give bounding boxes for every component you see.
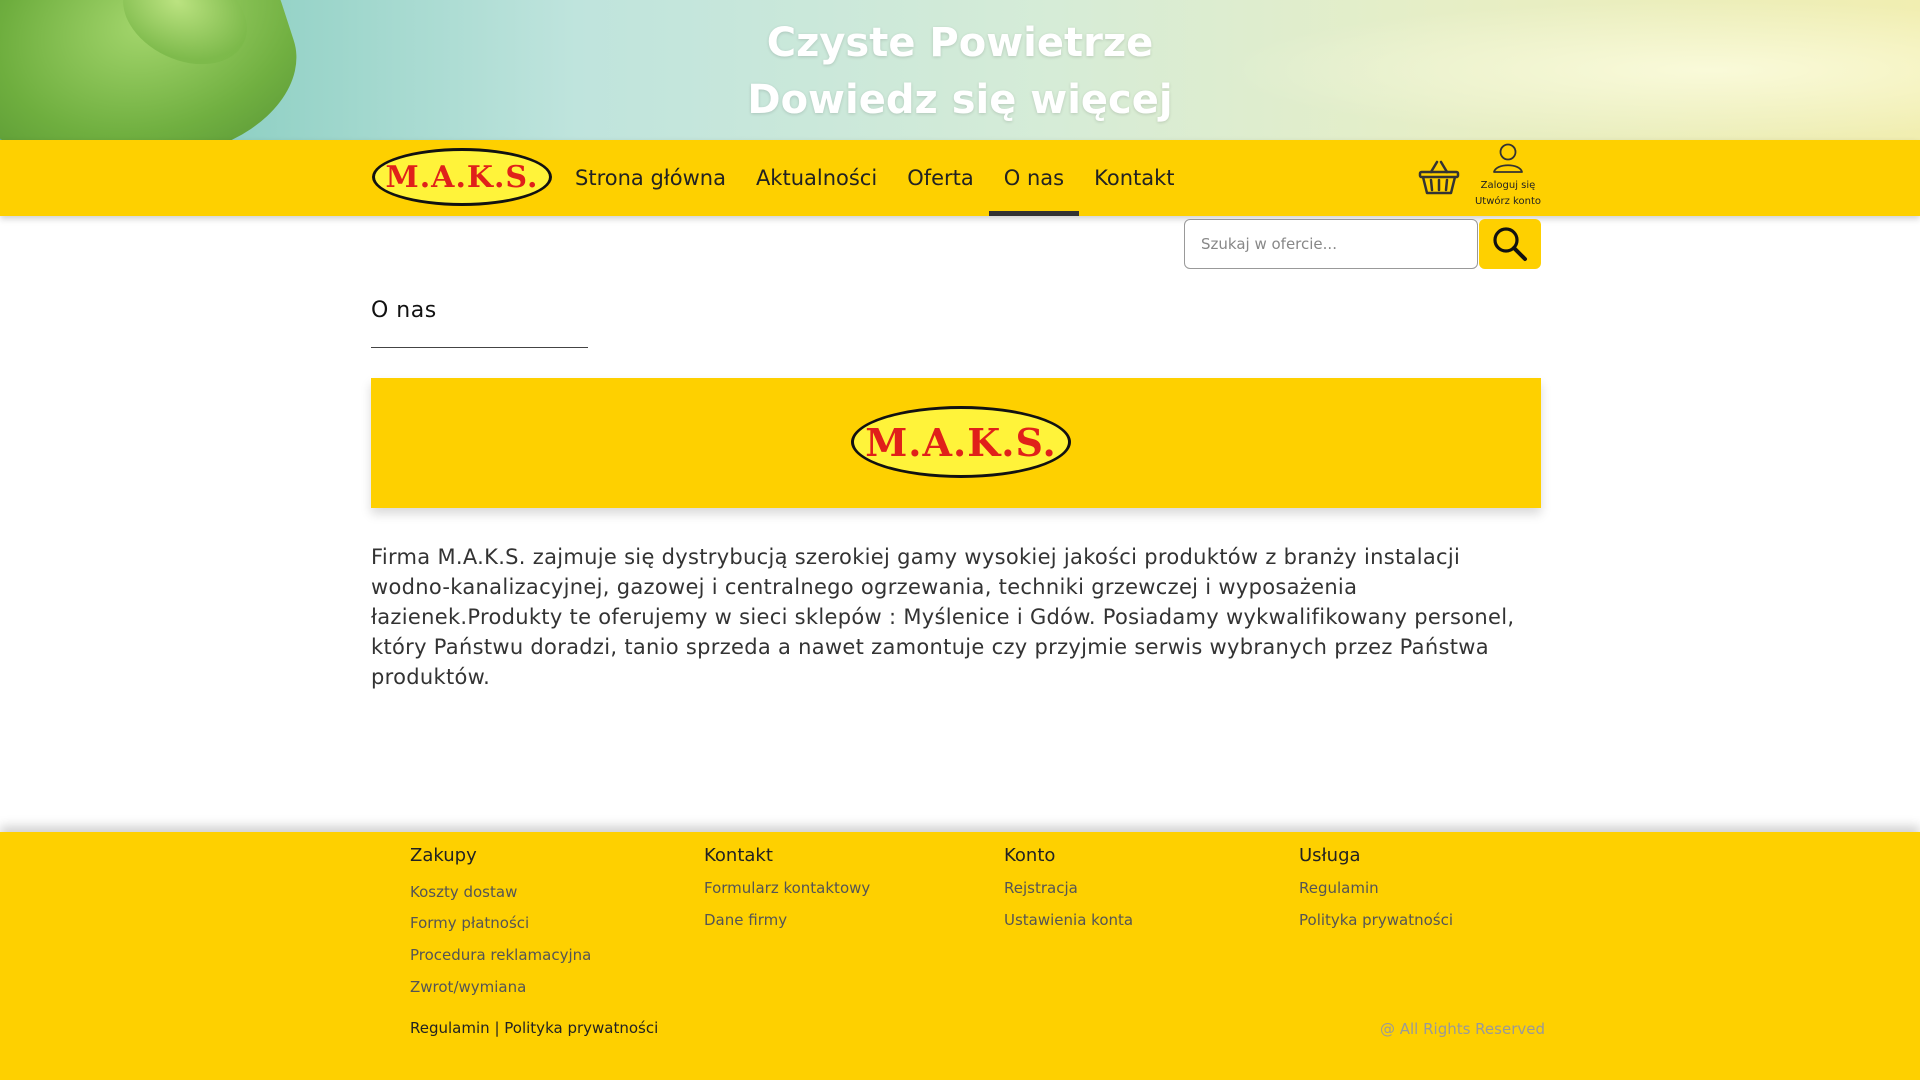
footer-bottom-privacy-link[interactable]: Polityka prywatności	[504, 1019, 658, 1037]
footer-heading: Zakupy	[410, 845, 477, 866]
promo-banner[interactable]: Czyste Powietrze Dowiedz się więcej	[0, 0, 1920, 140]
about-hero-banner: M.A.K.S.	[371, 378, 1541, 508]
footer-link-payment-forms[interactable]: Formy płatności	[410, 914, 529, 932]
footer-link-shipping-costs[interactable]: Koszty dostaw	[410, 883, 517, 901]
basket-icon[interactable]	[1418, 158, 1460, 196]
copyright-text: @ All Rights Reserved	[1379, 1020, 1545, 1038]
nav-menu: Strona główna Aktualności Oferta O nas K…	[560, 140, 1190, 216]
account-menu[interactable]: Zaloguj się Utwórz konto	[1472, 142, 1544, 210]
nav-item-contact[interactable]: Kontakt	[1079, 140, 1189, 216]
logo-text: M.A.K.S.	[385, 159, 539, 195]
login-link[interactable]: Zaloguj się	[1472, 178, 1544, 194]
nav-item-home[interactable]: Strona główna	[560, 140, 741, 216]
footer-bottom-terms-link[interactable]: Regulamin	[410, 1019, 490, 1037]
search-button[interactable]	[1479, 219, 1541, 269]
main-navbar: M.A.K.S. Strona główna Aktualności Ofert…	[0, 140, 1920, 216]
hero-logo: M.A.K.S.	[851, 406, 1071, 478]
nav-item-about[interactable]: O nas	[988, 140, 1080, 216]
site-footer: Zakupy Koszty dostaw Formy płatności Pro…	[0, 832, 1920, 1080]
nav-item-news[interactable]: Aktualności	[741, 140, 892, 216]
register-link[interactable]: Utwórz konto	[1472, 194, 1544, 210]
banner-subtitle-link[interactable]: Dowiedz się więcej	[0, 77, 1920, 123]
banner-title[interactable]: Czyste Powietrze	[0, 20, 1920, 66]
footer-legal-links: Regulamin | Polityka prywatności	[410, 1019, 658, 1037]
footer-link-privacy[interactable]: Polityka prywatności	[1299, 911, 1453, 929]
footer-link-complaints[interactable]: Procedura reklamacyjna	[410, 946, 591, 964]
nav-item-offer[interactable]: Oferta	[892, 140, 989, 216]
footer-heading: Konto	[1004, 845, 1056, 866]
footer-link-registration[interactable]: Rejstracja	[1004, 879, 1078, 897]
footer-separator: |	[494, 1019, 500, 1037]
footer-link-contact-form[interactable]: Formularz kontaktowy	[704, 879, 870, 897]
footer-heading: Usługa	[1299, 845, 1361, 866]
search-icon	[1493, 227, 1527, 261]
search-input[interactable]	[1184, 219, 1478, 269]
footer-heading: Kontakt	[704, 845, 773, 866]
page-title: O nas	[371, 298, 437, 323]
footer-link-returns[interactable]: Zwrot/wymiana	[410, 978, 526, 996]
footer-link-terms[interactable]: Regulamin	[1299, 879, 1379, 897]
hero-logo-text: M.A.K.S.	[865, 419, 1057, 465]
footer-link-account-settings[interactable]: Ustawienia konta	[1004, 911, 1133, 929]
footer-link-company-data[interactable]: Dane firmy	[704, 911, 787, 929]
user-icon	[1493, 143, 1523, 173]
title-divider	[371, 347, 588, 348]
about-description: Firma M.A.K.S. zajmuje się dystrybucją s…	[371, 545, 1515, 689]
site-logo[interactable]: M.A.K.S.	[372, 148, 552, 206]
